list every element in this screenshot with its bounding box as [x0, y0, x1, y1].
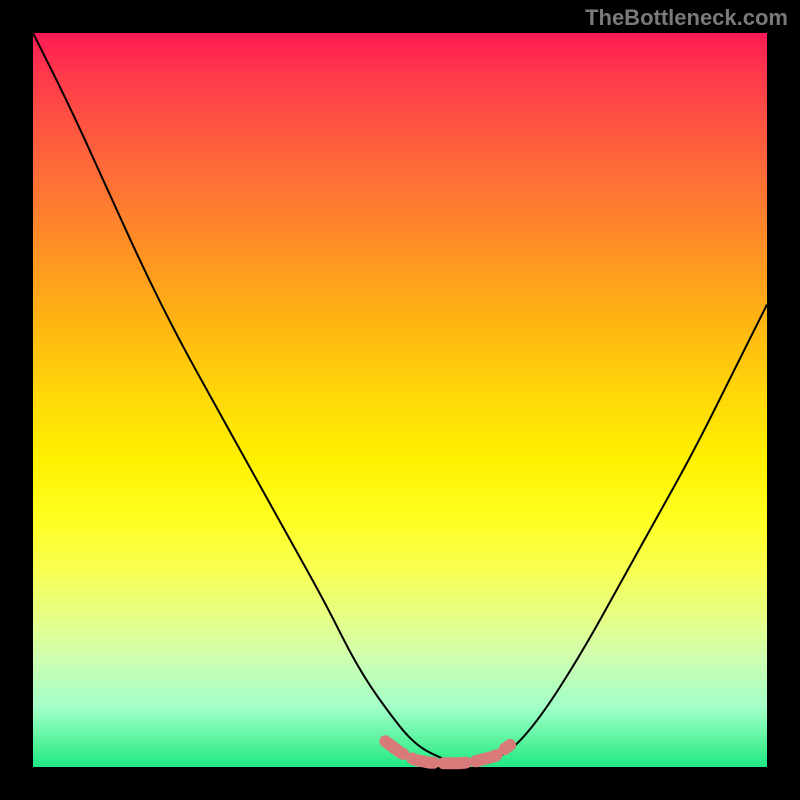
chart-frame: TheBottleneck.com	[0, 0, 800, 800]
chart-svg	[33, 33, 767, 767]
flat-zone-path	[385, 741, 510, 763]
watermark-text: TheBottleneck.com	[585, 5, 788, 31]
bottleneck-curve-path	[33, 33, 767, 763]
